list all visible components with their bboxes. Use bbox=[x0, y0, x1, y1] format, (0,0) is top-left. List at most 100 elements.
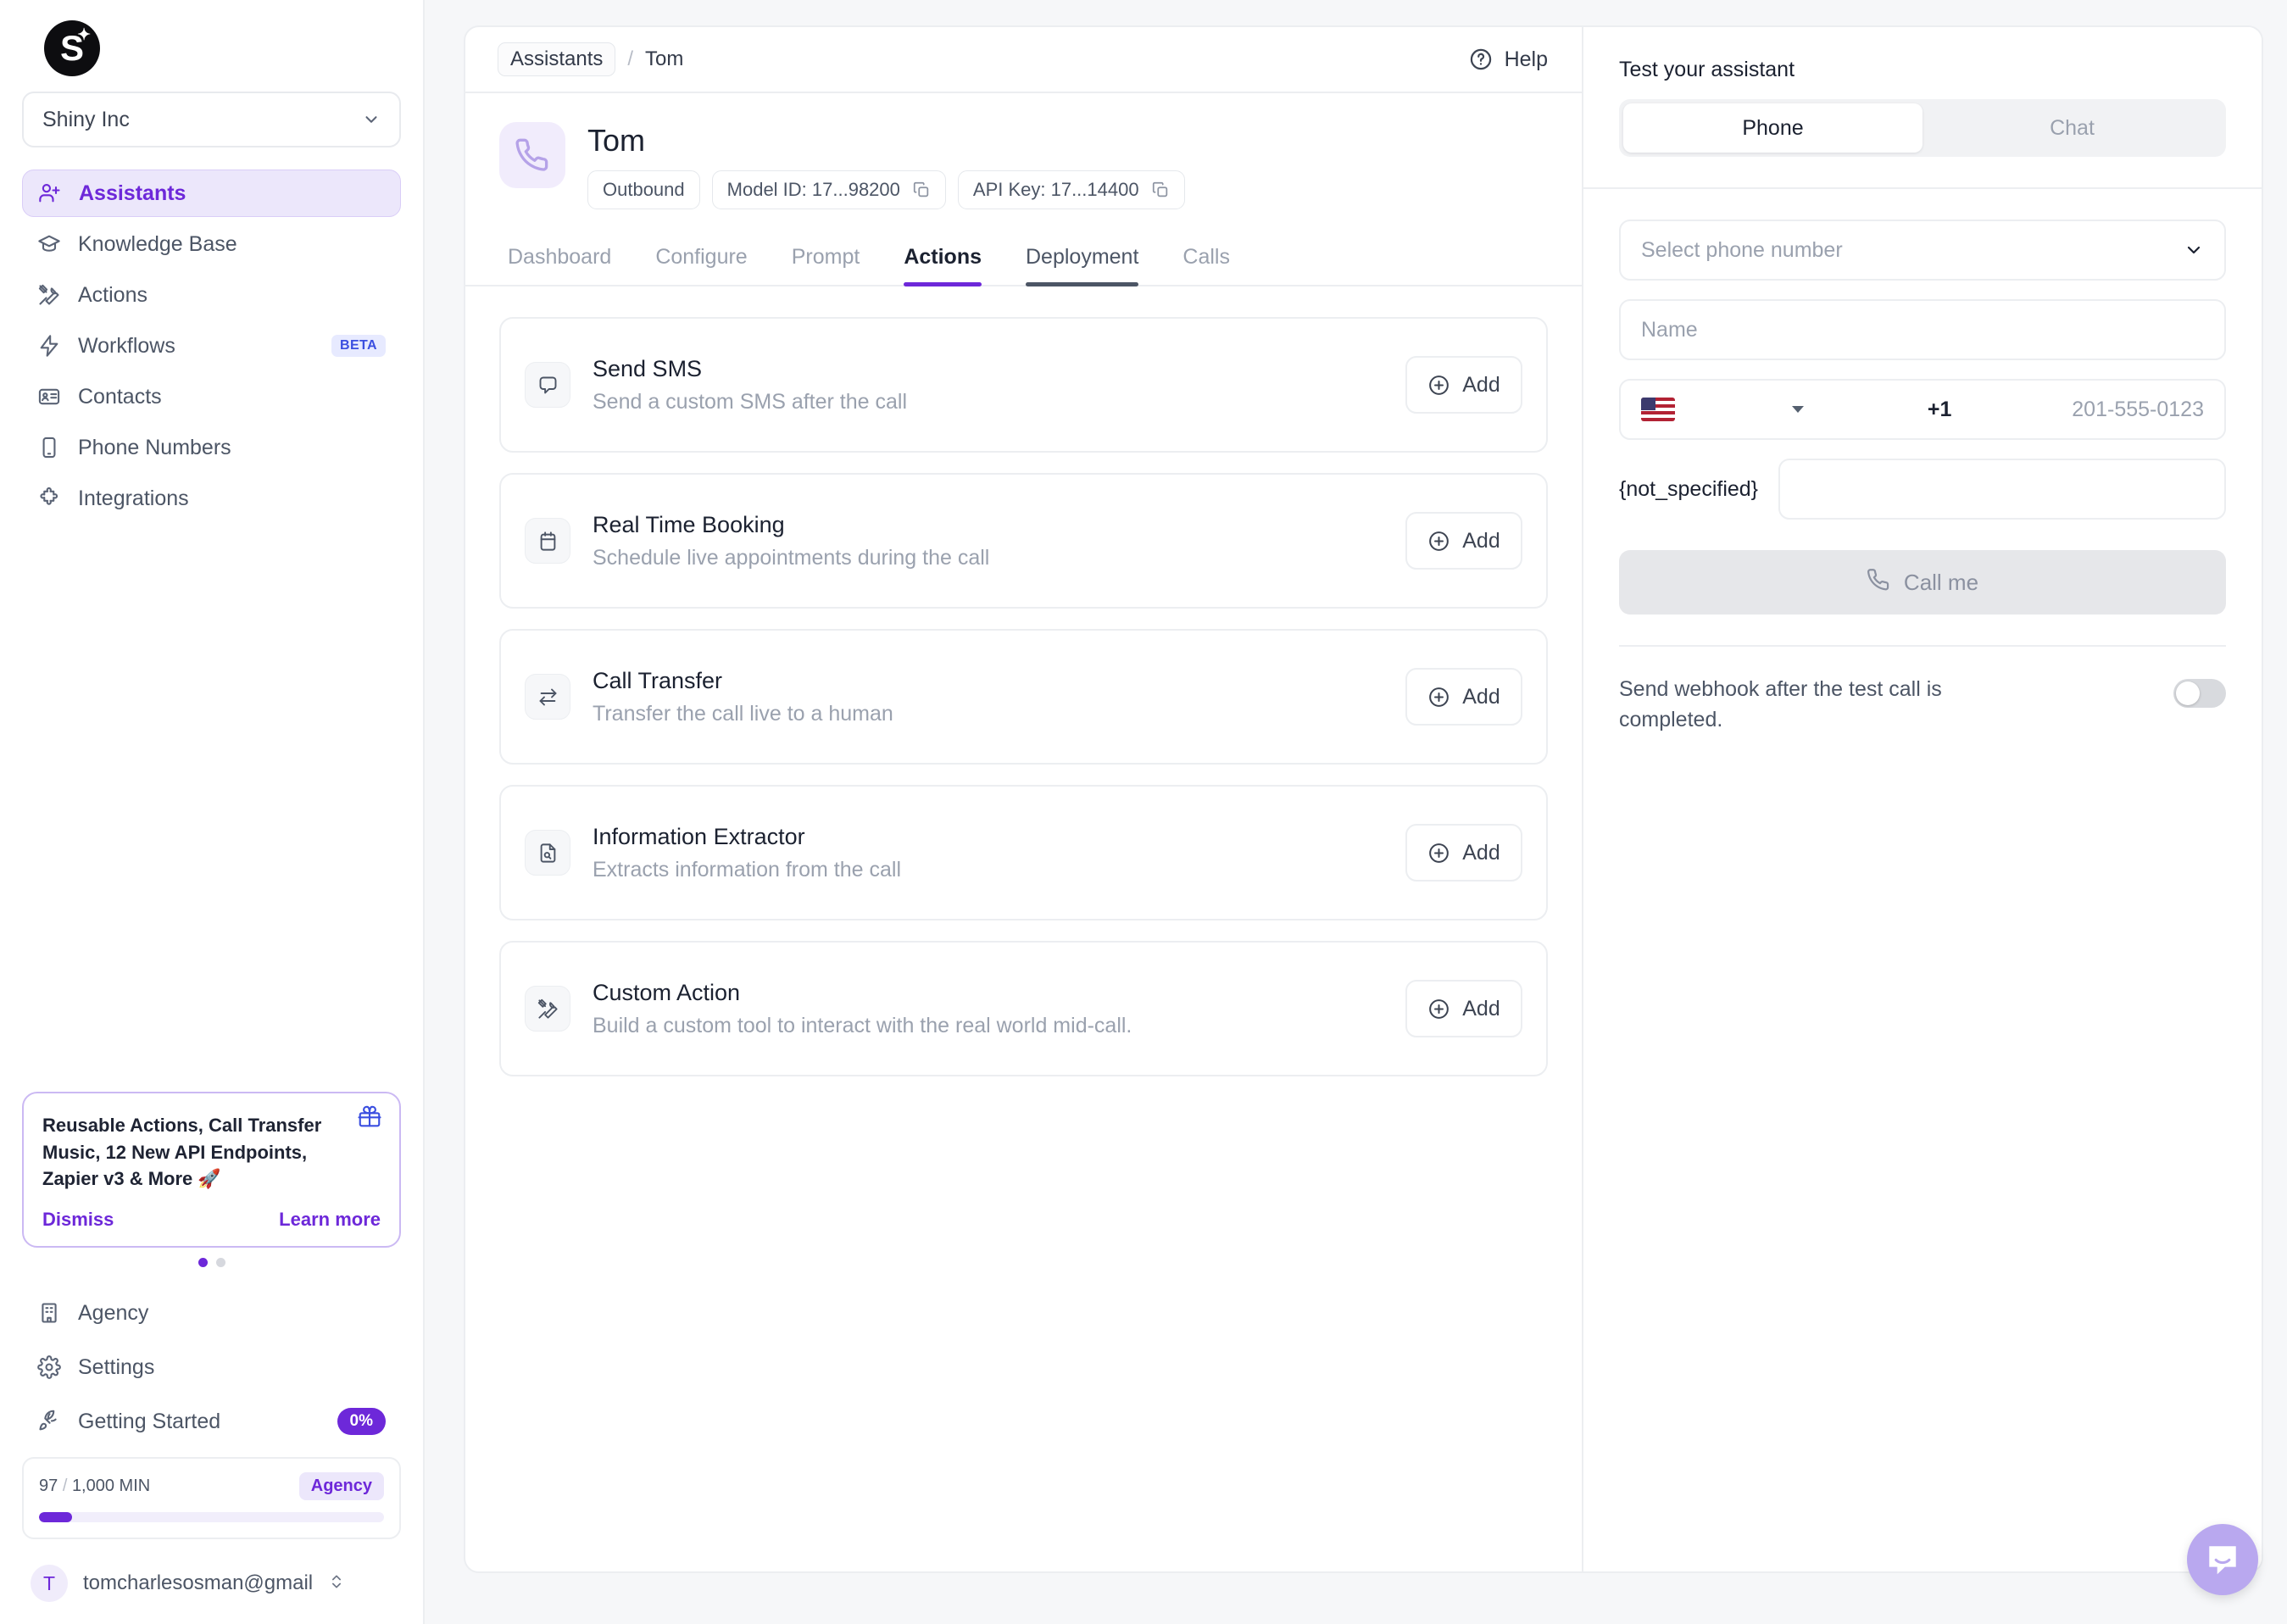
account-switcher[interactable]: T tomcharlesosman@gmail bbox=[22, 1558, 401, 1624]
sidebar-item-settings[interactable]: Settings bbox=[22, 1343, 401, 1391]
carousel-dot-active[interactable] bbox=[198, 1258, 208, 1267]
add-button-label: Add bbox=[1462, 840, 1500, 865]
promo-actions: Dismiss Learn more bbox=[42, 1209, 381, 1231]
action-card-send-sms: Send SMS Send a custom SMS after the cal… bbox=[499, 317, 1548, 453]
add-action-button[interactable]: Add bbox=[1405, 824, 1522, 882]
intercom-chat-icon bbox=[2209, 1546, 2236, 1575]
tab-prompt[interactable]: Prompt bbox=[770, 235, 882, 285]
tab-actions[interactable]: Actions bbox=[882, 235, 1004, 287]
plus-circle-icon bbox=[1427, 374, 1450, 397]
action-title: Information Extractor bbox=[593, 823, 805, 849]
rocket-icon bbox=[37, 1410, 61, 1433]
name-input[interactable]: Name bbox=[1619, 299, 2226, 360]
phone-number-select[interactable]: Select phone number bbox=[1619, 220, 2226, 281]
call-me-label: Call me bbox=[1903, 569, 1979, 595]
sidebar-item-label: Agency bbox=[78, 1300, 149, 1325]
add-action-button[interactable]: Add bbox=[1405, 668, 1522, 726]
sidebar-item-actions[interactable]: Actions bbox=[22, 271, 401, 319]
dynamic-variable-input[interactable] bbox=[1778, 459, 2226, 520]
document-search-icon bbox=[525, 830, 570, 876]
toggle-knob bbox=[2176, 681, 2200, 705]
add-button-label: Add bbox=[1462, 684, 1500, 709]
sidebar-item-phone-numbers[interactable]: Phone Numbers bbox=[22, 424, 401, 471]
action-card-call-transfer: Call Transfer Transfer the call live to … bbox=[499, 629, 1548, 765]
assistant-tabs: Dashboard Configure Prompt Actions Deplo… bbox=[465, 235, 1582, 287]
calendar-icon bbox=[525, 518, 570, 565]
help-label: Help bbox=[1504, 47, 1548, 71]
country-select-caret-icon[interactable] bbox=[1791, 406, 1804, 413]
add-button-label: Add bbox=[1462, 372, 1500, 397]
tab-dashboard[interactable]: Dashboard bbox=[486, 235, 633, 285]
sidebar-item-agency[interactable]: Agency bbox=[22, 1289, 401, 1337]
logo-wrap: S ✦ bbox=[22, 0, 401, 92]
api-key-chip[interactable]: API Key: 17...14400 bbox=[957, 170, 1185, 210]
sidebar-item-workflows[interactable]: Workflows BETA bbox=[22, 322, 401, 370]
sidebar-item-integrations[interactable]: Integrations bbox=[22, 475, 401, 522]
org-switcher[interactable]: Shiny Inc bbox=[22, 92, 401, 147]
actions-list: Send SMS Send a custom SMS after the cal… bbox=[465, 286, 1582, 1107]
carousel-dot[interactable] bbox=[215, 1258, 225, 1267]
sidebar: S ✦ Shiny Inc Assistants Knowledge Base … bbox=[0, 0, 425, 1624]
help-button[interactable]: Help bbox=[1469, 47, 1548, 72]
action-title: Call Transfer bbox=[593, 667, 723, 693]
sidebar-item-label: Knowledge Base bbox=[78, 231, 237, 256]
tab-label: Calls bbox=[1182, 245, 1230, 270]
phone-number-input[interactable]: +1 201-555-0123 bbox=[1619, 379, 2226, 440]
action-card-custom-action: Custom Action Build a custom tool to int… bbox=[499, 941, 1548, 1077]
add-action-button[interactable]: Add bbox=[1405, 512, 1522, 570]
question-mark-icon bbox=[1469, 47, 1493, 71]
transfer-arrows-icon bbox=[525, 674, 570, 720]
tab-configure[interactable]: Configure bbox=[633, 235, 769, 285]
breadcrumb-assistants-link[interactable]: Assistants bbox=[498, 42, 616, 76]
action-title: Real Time Booking bbox=[593, 511, 785, 537]
sidebar-item-label: Contacts bbox=[78, 384, 162, 409]
sidebar-item-contacts[interactable]: Contacts bbox=[22, 373, 401, 420]
promo-learn-more-link[interactable]: Learn more bbox=[279, 1209, 381, 1231]
getting-started-progress-badge: 0% bbox=[337, 1408, 386, 1435]
copy-icon[interactable] bbox=[1151, 181, 1170, 199]
promo-card: Reusable Actions, Call Transfer Music, 1… bbox=[22, 1092, 401, 1248]
chevron-down-icon bbox=[2184, 240, 2204, 260]
sidebar-item-assistants[interactable]: Assistants bbox=[22, 170, 401, 217]
beta-badge: BETA bbox=[331, 335, 386, 357]
name-input-placeholder: Name bbox=[1641, 317, 1698, 342]
gift-icon bbox=[357, 1104, 382, 1129]
usage-top-row: 97 / 1,000 MIN Agency bbox=[39, 1472, 384, 1500]
webhook-label: Send webhook after the test call is comp… bbox=[1619, 677, 1942, 732]
test-mode-segmented-control: Phone Chat bbox=[1619, 99, 2226, 157]
chevron-up-down-icon bbox=[328, 1573, 345, 1593]
copy-icon[interactable] bbox=[912, 181, 931, 199]
lightning-icon bbox=[37, 334, 61, 358]
action-description: Transfer the call live to a human bbox=[593, 701, 893, 726]
sparkle-icon: ✦ bbox=[77, 26, 91, 44]
us-flag-icon bbox=[1641, 398, 1675, 421]
sidebar-item-getting-started[interactable]: Getting Started 0% bbox=[22, 1398, 401, 1445]
promo-carousel-dots bbox=[22, 1258, 401, 1267]
chip-label: Outbound bbox=[603, 179, 685, 201]
plus-circle-icon bbox=[1427, 686, 1450, 709]
assistant-meta: Tom Outbound Model ID: 17...98200 API Ke… bbox=[587, 122, 1185, 210]
webhook-toggle[interactable] bbox=[2173, 679, 2226, 708]
phone-icon bbox=[499, 122, 565, 188]
action-card-real-time-booking: Real Time Booking Schedule live appointm… bbox=[499, 473, 1548, 609]
test-panel-title: Test your assistant bbox=[1619, 58, 1795, 81]
segment-label: Phone bbox=[1742, 115, 1804, 140]
breadcrumb-separator: / bbox=[627, 47, 634, 70]
add-action-button[interactable]: Add bbox=[1405, 980, 1522, 1038]
sidebar-item-label: Actions bbox=[78, 282, 147, 307]
segment-chat[interactable]: Chat bbox=[1923, 103, 2222, 153]
intercom-chat-button[interactable] bbox=[2187, 1524, 2258, 1595]
app-logo: S ✦ bbox=[44, 20, 100, 76]
promo-dismiss-link[interactable]: Dismiss bbox=[42, 1209, 114, 1231]
tab-calls[interactable]: Calls bbox=[1160, 235, 1252, 285]
tab-deployment[interactable]: Deployment bbox=[1004, 235, 1160, 287]
model-id-chip[interactable]: Model ID: 17...98200 bbox=[711, 170, 946, 210]
sidebar-item-label: Workflows bbox=[78, 333, 175, 358]
sidebar-item-knowledge-base[interactable]: Knowledge Base bbox=[22, 220, 401, 268]
chip-label: Model ID: 17...98200 bbox=[726, 179, 900, 201]
usage-used: 97 bbox=[39, 1477, 58, 1495]
usage-meter[interactable]: 97 / 1,000 MIN Agency bbox=[22, 1457, 401, 1539]
add-action-button[interactable]: Add bbox=[1405, 356, 1522, 414]
call-me-button[interactable]: Call me bbox=[1619, 550, 2226, 615]
segment-phone[interactable]: Phone bbox=[1623, 103, 1923, 153]
